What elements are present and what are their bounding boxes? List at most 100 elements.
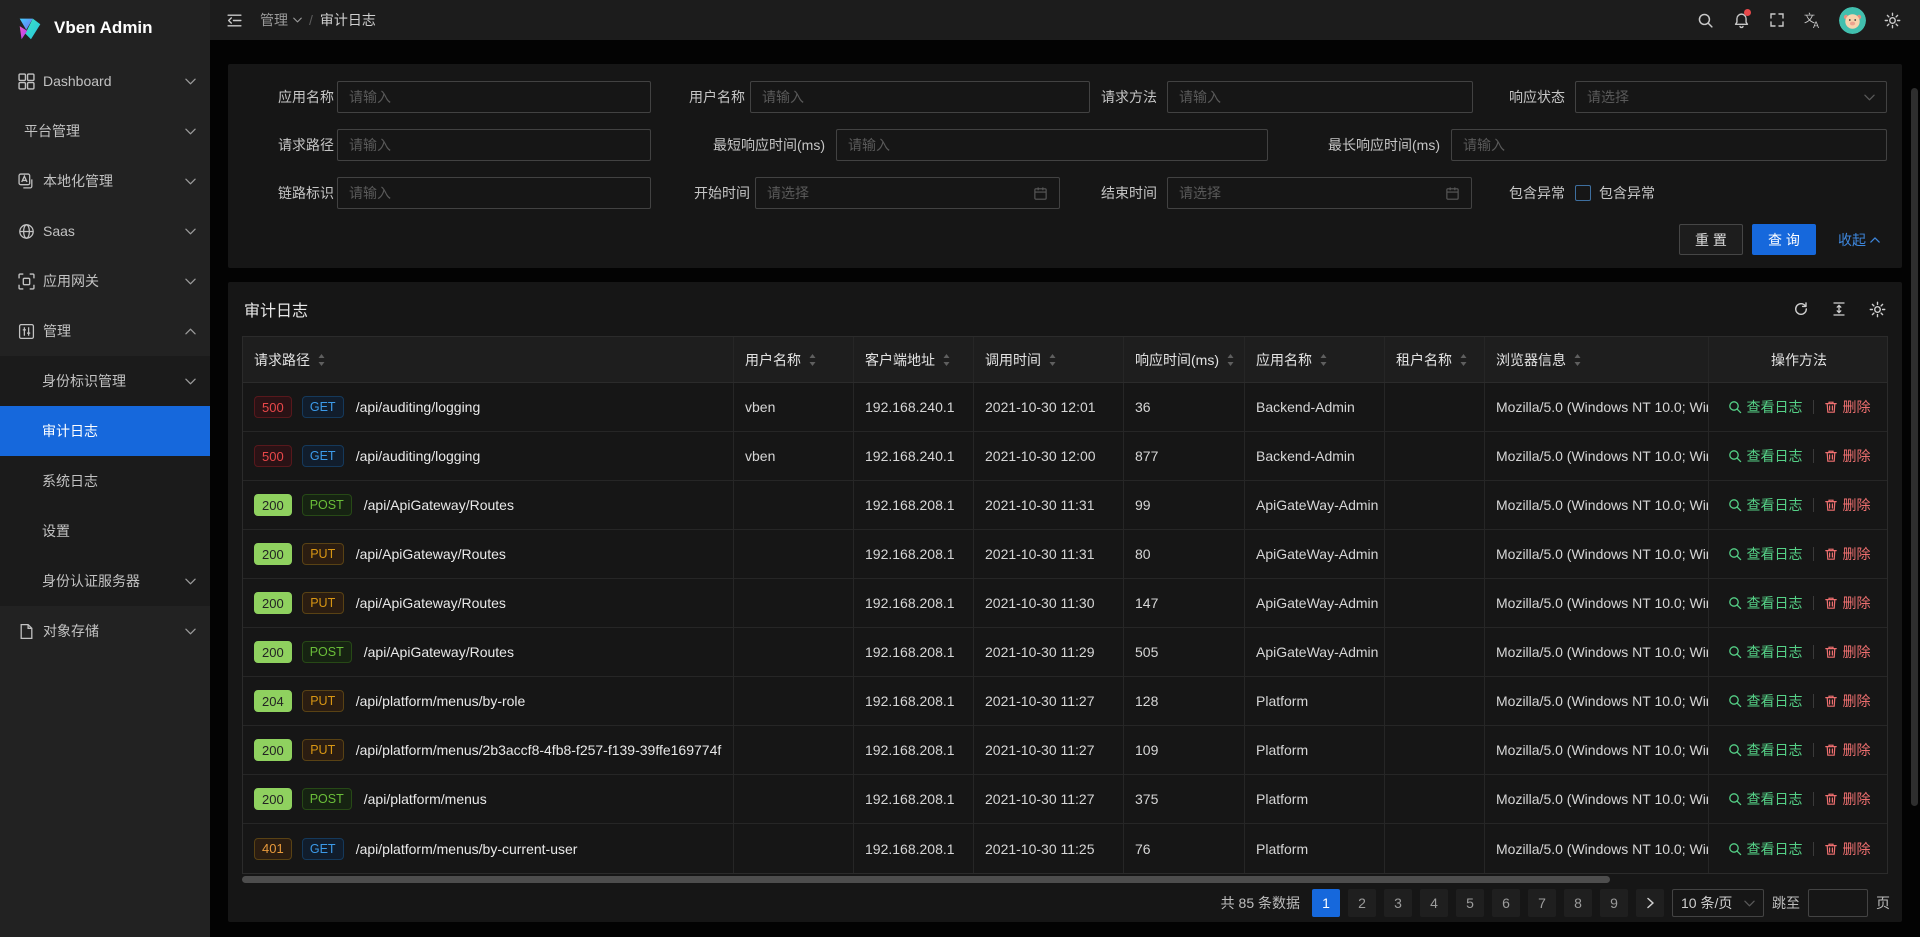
view-log-button[interactable]: 查看日志: [1728, 789, 1803, 809]
page-size-select[interactable]: 10 条/页: [1672, 889, 1764, 917]
start-time-date-picker[interactable]: 请选择: [755, 177, 1060, 209]
delete-button[interactable]: 删除: [1824, 593, 1871, 613]
status-badge: 200: [254, 592, 292, 614]
page-button-9[interactable]: 9: [1600, 889, 1628, 917]
gateway-icon: [18, 273, 35, 290]
sidebar-item-dashboard[interactable]: Dashboard: [0, 56, 210, 106]
sidebar-item-management[interactable]: 管理: [0, 306, 210, 356]
settings-button[interactable]: [1869, 301, 1886, 318]
view-log-button[interactable]: 查看日志: [1728, 839, 1803, 859]
page-button-8[interactable]: 8: [1564, 889, 1592, 917]
translate-button[interactable]: 文A: [1795, 2, 1831, 38]
app-name-input[interactable]: [337, 81, 651, 113]
delete-button[interactable]: 删除: [1824, 839, 1871, 859]
app-name-cell: Platform: [1245, 677, 1385, 725]
chevron-down-icon: [293, 17, 302, 23]
browser-info-header[interactable]: 浏览器信息: [1485, 337, 1709, 382]
main-area: 管理 / 审计日志 文A 应用名称用户名称请求方法响应状态请选择请求路径最短响应…: [210, 0, 1920, 937]
query-button[interactable]: 查 询: [1752, 224, 1816, 255]
delete-button[interactable]: 删除: [1824, 691, 1871, 711]
sidebar-item-identity[interactable]: 身份标识管理: [0, 356, 210, 406]
sidebar-collapse-button[interactable]: [216, 2, 252, 38]
sidebar-item-localization[interactable]: 本地化管理: [0, 156, 210, 206]
pagination-next-button[interactable]: [1636, 889, 1664, 917]
browser-info-cell: Mozilla/5.0 (Windows NT 10.0; Win: [1485, 530, 1709, 578]
response-status-select[interactable]: 请选择: [1575, 81, 1887, 113]
client-ip-header[interactable]: 客户端地址: [854, 337, 974, 382]
filter-panel: 应用名称用户名称请求方法响应状态请选择请求路径最短响应时间(ms)最长响应时间(…: [228, 64, 1902, 268]
view-log-label: 查看日志: [1747, 397, 1803, 417]
view-log-button[interactable]: 查看日志: [1728, 446, 1803, 466]
view-log-button[interactable]: 查看日志: [1728, 397, 1803, 417]
breadcrumb-parent[interactable]: 管理: [260, 10, 302, 30]
refresh-button[interactable]: [1793, 301, 1809, 317]
page-button-5[interactable]: 5: [1456, 889, 1484, 917]
min-response-time-input[interactable]: [836, 129, 1268, 161]
view-log-button[interactable]: 查看日志: [1728, 691, 1803, 711]
delete-button[interactable]: 删除: [1824, 544, 1871, 564]
column-height-button[interactable]: [1831, 301, 1847, 317]
sidebar-item-gateway[interactable]: 应用网关: [0, 256, 210, 306]
delete-button[interactable]: 删除: [1824, 446, 1871, 466]
view-log-button[interactable]: 查看日志: [1728, 593, 1803, 613]
delete-button[interactable]: 删除: [1824, 495, 1871, 515]
page-button-3[interactable]: 3: [1384, 889, 1412, 917]
sidebar-item-settings[interactable]: 设置: [0, 506, 210, 556]
sidebar-item-system-log[interactable]: 系统日志: [0, 456, 210, 506]
delete-button[interactable]: 删除: [1824, 789, 1871, 809]
sidebar-item-platform[interactable]: 平台管理: [0, 106, 210, 156]
action-divider: [1813, 842, 1814, 856]
fullscreen-button[interactable]: [1759, 2, 1795, 38]
response-time-header[interactable]: 响应时间(ms): [1124, 337, 1245, 382]
sidebar-item-object-storage[interactable]: 对象存储: [0, 606, 210, 656]
max-response-time-input[interactable]: [1451, 129, 1887, 161]
delete-button[interactable]: 删除: [1824, 740, 1871, 760]
view-log-button[interactable]: 查看日志: [1728, 495, 1803, 515]
search-icon: [1728, 694, 1742, 708]
call-time-header[interactable]: 调用时间: [974, 337, 1124, 382]
request-path-input[interactable]: [337, 129, 651, 161]
collapse-filter-button[interactable]: 收起: [1826, 224, 1892, 255]
include-exception-checkbox[interactable]: [1575, 185, 1591, 201]
delete-button[interactable]: 删除: [1824, 397, 1871, 417]
app-name-cell: ApiGateWay-Admin: [1245, 530, 1385, 578]
page-button-2[interactable]: 2: [1348, 889, 1376, 917]
actions-header: 操作方法: [1709, 337, 1889, 382]
view-log-button[interactable]: 查看日志: [1728, 642, 1803, 662]
status-badge: 200: [254, 641, 292, 663]
method-badge: POST: [302, 641, 352, 663]
refresh-icon: [1793, 301, 1809, 317]
view-log-button[interactable]: 查看日志: [1728, 544, 1803, 564]
request-method-input[interactable]: [1167, 81, 1473, 113]
search-button[interactable]: [1687, 2, 1723, 38]
page-button-7[interactable]: 7: [1528, 889, 1556, 917]
request-path-header[interactable]: 请求路径: [243, 337, 734, 382]
horizontal-scrollbar[interactable]: [242, 876, 1610, 883]
jump-page-input[interactable]: [1808, 889, 1868, 917]
settings-button[interactable]: [1874, 2, 1910, 38]
end-time-date-picker[interactable]: 请选择: [1167, 177, 1472, 209]
sidebar-item-auth-server[interactable]: 身份认证服务器: [0, 556, 210, 606]
page-button-1[interactable]: 1: [1312, 889, 1340, 917]
app-name-header[interactable]: 应用名称: [1245, 337, 1385, 382]
tenant-name-header[interactable]: 租户名称: [1385, 337, 1485, 382]
browser-info-cell: Mozilla/5.0 (Windows NT 10.0; Win: [1485, 481, 1709, 529]
view-log-button[interactable]: 查看日志: [1728, 740, 1803, 760]
page-button-4[interactable]: 4: [1420, 889, 1448, 917]
logo[interactable]: Vben Admin: [0, 0, 210, 56]
call-time-cell: 2021-10-30 11:27: [974, 775, 1124, 823]
page-button-6[interactable]: 6: [1492, 889, 1520, 917]
request-path-cell: 200PUT/api/platform/menus/2b3accf8-4fb8-…: [243, 726, 734, 774]
sidebar-item-audit-log[interactable]: 审计日志: [0, 406, 210, 456]
delete-button[interactable]: 删除: [1824, 642, 1871, 662]
reset-button[interactable]: 重 置: [1679, 224, 1743, 255]
tenant-name-cell: [1385, 579, 1485, 627]
request-path-cell: 401GET/api/platform/menus/by-current-use…: [243, 824, 734, 873]
trace-id-input[interactable]: [337, 177, 651, 209]
notification-button[interactable]: [1723, 2, 1759, 38]
sidebar-item-saas[interactable]: Saas: [0, 206, 210, 256]
trash-icon: [1824, 792, 1838, 806]
vertical-scrollbar[interactable]: [1911, 88, 1918, 806]
avatar[interactable]: [1839, 7, 1866, 34]
user-name-header[interactable]: 用户名称: [734, 337, 854, 382]
